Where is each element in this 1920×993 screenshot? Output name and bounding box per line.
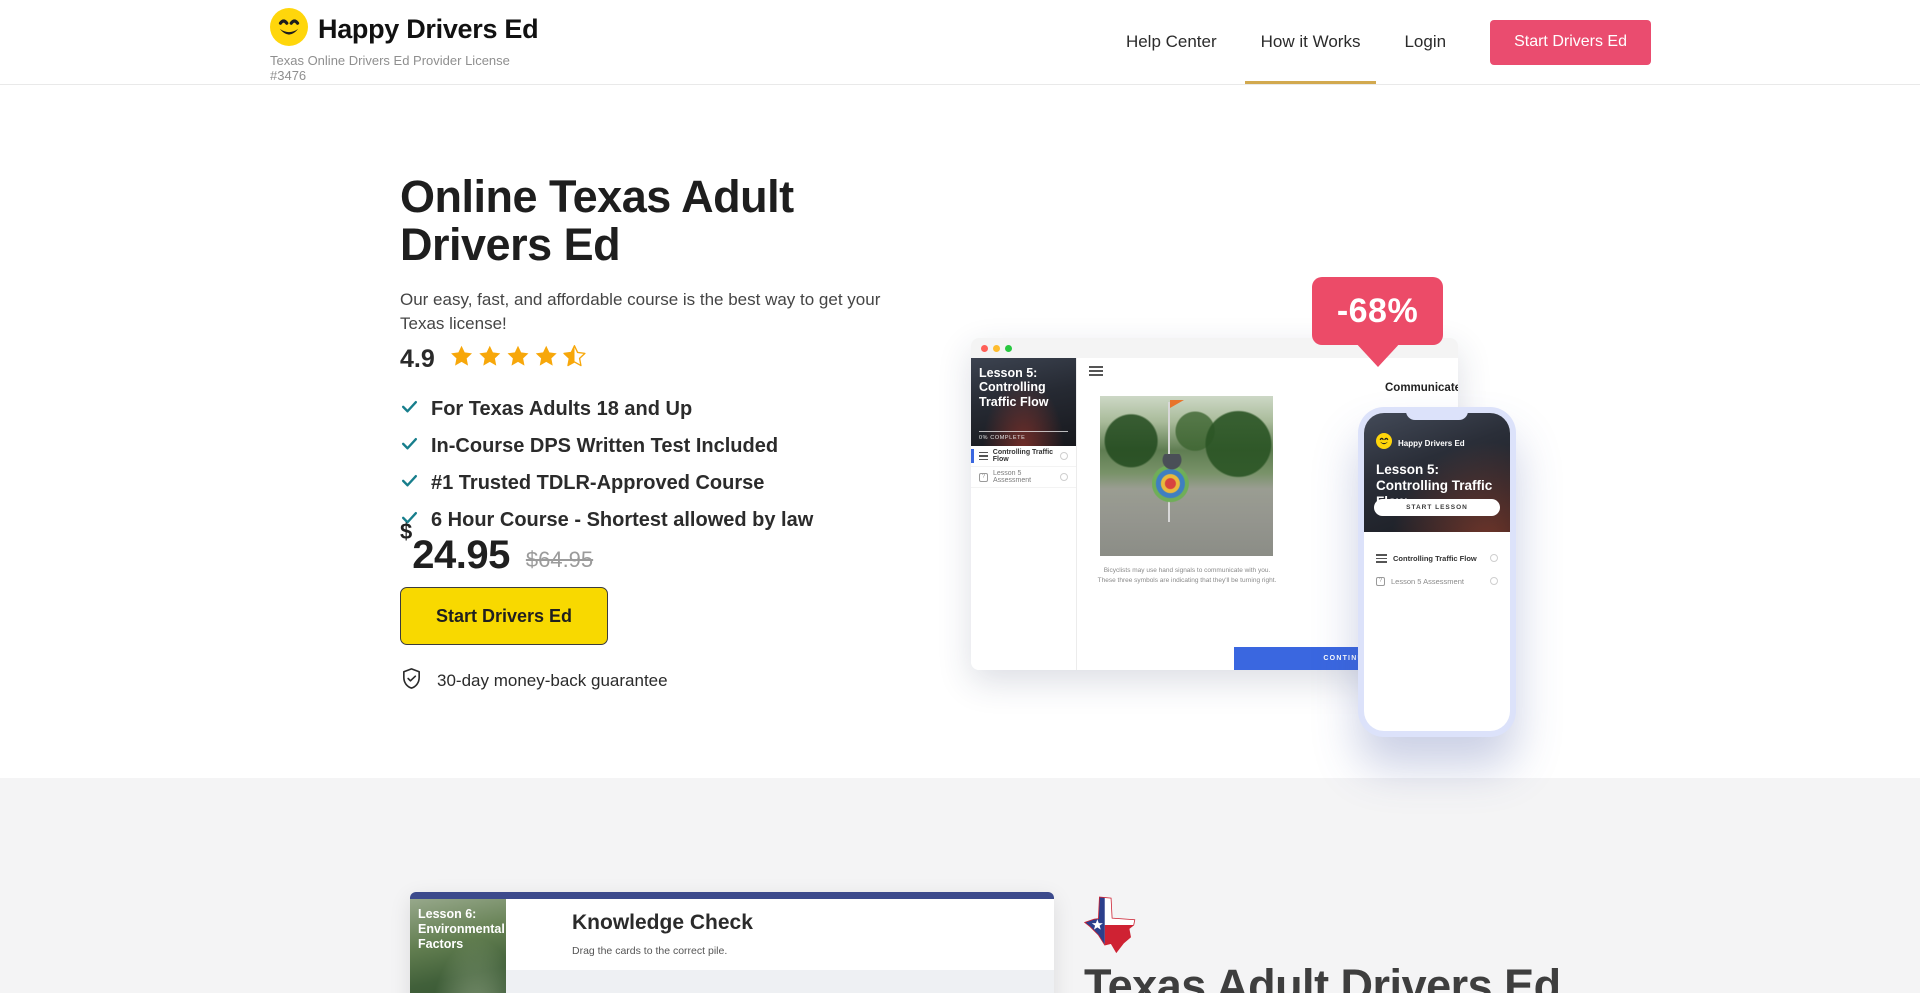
sidebar-item-lesson-5-assessment: ? Lesson 5 Assessment — [971, 467, 1076, 488]
hamburger-icon — [979, 450, 988, 463]
landing-page: Happy Drivers Ed Texas Online Drivers Ed… — [0, 0, 1920, 993]
phone-screen: Happy Drivers Ed Lesson 5: Controlling T… — [1364, 413, 1510, 731]
progress-radio-icon — [1490, 577, 1498, 585]
menu-hamburger-icon — [1089, 364, 1103, 378]
feature-item: For Texas Adults 18 and Up — [400, 397, 813, 422]
nav-login[interactable]: Login — [1404, 0, 1446, 84]
progress-radio-icon — [1490, 554, 1498, 562]
card-progress-bar — [410, 892, 1054, 899]
window-zoom-dot-icon — [1005, 345, 1012, 352]
product-mockup: -68% Lesson 5: Controlling Traffic Flow … — [971, 277, 1531, 747]
knowledge-check-subtext: Drag the cards to the correct pile. — [572, 945, 727, 957]
phone-notch — [1406, 407, 1468, 420]
quiz-area — [506, 970, 1054, 993]
hero-section: Online Texas Adult Drivers Ed Our easy, … — [0, 85, 1920, 778]
start-lesson-button: START LESSON — [1374, 499, 1500, 516]
current-price: $24.95 — [400, 533, 510, 578]
discount-badge: -68% — [1312, 277, 1443, 345]
provider-license: Texas Online Drivers Ed Provider License… — [270, 54, 532, 84]
price: $24.95 $64.95 — [400, 533, 593, 578]
lesson-6-card: Lesson 6: Environmental Factors 0% COMPL… — [410, 892, 1054, 993]
check-icon — [400, 471, 419, 496]
article-heading: Communicate! — [1385, 382, 1458, 394]
knowledge-check-heading: Knowledge Check — [572, 911, 753, 935]
nav-help-center[interactable]: Help Center — [1126, 0, 1217, 84]
how-it-works-section: Lesson 6: Environmental Factors 0% COMPL… — [0, 778, 1920, 993]
guarantee-text: 30-day money-back guarantee — [437, 671, 668, 691]
texas-flag-icon — [1083, 896, 1137, 959]
phone-lesson-list: Controlling Traffic Flow ? Lesson 5 Asse… — [1364, 532, 1510, 592]
main-nav: Help Center How it Works Login Start Dri… — [1126, 0, 1651, 84]
rating: 4.9 — [400, 343, 587, 375]
sidebar-item-controlling-traffic-flow: Controlling Traffic Flow — [971, 446, 1076, 467]
phone-item-controlling-traffic-flow: Controlling Traffic Flow — [1364, 546, 1510, 571]
phone-item-lesson-5-assessment: ? Lesson 5 Assessment — [1364, 571, 1510, 592]
hamburger-icon — [1376, 552, 1387, 565]
section-heading: Texas Adult Drivers Ed — [1084, 960, 1561, 993]
feature-item: 6 Hour Course - Shortest allowed by law — [400, 508, 813, 533]
check-icon — [400, 397, 419, 422]
lesson-6-title: Lesson 6: Environmental Factors — [418, 907, 498, 952]
original-price: $64.95 — [526, 547, 593, 578]
header-start-drivers-ed-button[interactable]: Start Drivers Ed — [1490, 20, 1651, 65]
progress-radio-icon — [1060, 452, 1068, 460]
phone-brand: Happy Drivers Ed — [1398, 439, 1465, 448]
window-minimize-dot-icon — [993, 345, 1000, 352]
cyclist-photo — [1100, 396, 1273, 556]
feature-item: #1 Trusted TDLR-Approved Course — [400, 471, 813, 496]
lesson-sidebar: Lesson 5: Controlling Traffic Flow 0% CO… — [971, 358, 1077, 670]
phone-mockup: Happy Drivers Ed Lesson 5: Controlling T… — [1358, 407, 1516, 737]
assessment-icon: ? — [1376, 577, 1385, 586]
hero-start-drivers-ed-button[interactable]: Start Drivers Ed — [400, 587, 608, 645]
price-amount: 24.95 — [412, 533, 510, 577]
logo[interactable]: Happy Drivers Ed Texas Online Drivers Ed… — [270, 8, 538, 84]
lesson-sidebar-header: Lesson 5: Controlling Traffic Flow 0% CO… — [971, 358, 1076, 446]
guarantee: 30-day money-back guarantee — [400, 667, 668, 695]
shield-check-icon — [400, 667, 423, 695]
phone-lesson-header: Happy Drivers Ed Lesson 5: Controlling T… — [1364, 413, 1510, 532]
window-close-dot-icon — [981, 345, 988, 352]
lesson-progress: 0% COMPLETE — [979, 431, 1068, 441]
star-rating-icons — [449, 343, 587, 375]
knowledge-check-panel: Knowledge Check Drag the cards to the co… — [506, 899, 1054, 993]
smiley-logo-icon — [1376, 433, 1392, 454]
hero-title: Online Texas Adult Drivers Ed — [400, 173, 870, 269]
lesson-title: Lesson 5: Controlling Traffic Flow — [979, 366, 1068, 409]
progress-radio-icon — [1060, 473, 1068, 481]
currency-symbol: $ — [400, 519, 412, 544]
nav-how-it-works[interactable]: How it Works — [1261, 0, 1361, 84]
feature-item: In-Course DPS Written Test Included — [400, 434, 813, 459]
brand-name: Happy Drivers Ed — [318, 14, 538, 45]
smiley-logo-icon — [270, 8, 308, 51]
site-header: Happy Drivers Ed Texas Online Drivers Ed… — [0, 0, 1920, 85]
photo-caption: Bicyclists may use hand signals to commu… — [1087, 566, 1287, 587]
hero-subtitle: Our easy, fast, and affordable course is… — [400, 288, 915, 336]
rating-value: 4.9 — [400, 345, 435, 374]
lesson-6-sidebar: Lesson 6: Environmental Factors 0% COMPL… — [410, 899, 506, 993]
assessment-icon: ? — [979, 473, 988, 482]
check-icon — [400, 434, 419, 459]
feature-list: For Texas Adults 18 and Up In-Course DPS… — [400, 397, 813, 533]
